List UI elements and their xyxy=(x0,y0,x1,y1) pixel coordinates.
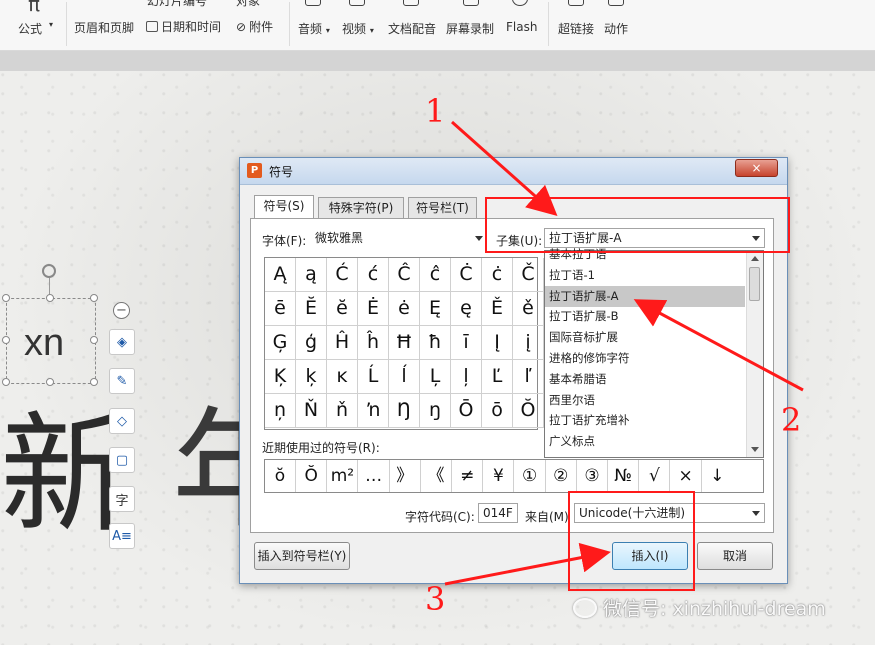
watermark-text: 微信号: xinzhihui-dream xyxy=(603,598,826,620)
watermark: 微信号: xinzhihui-dream xyxy=(573,594,826,621)
annotation-arrow-2 xyxy=(633,299,804,392)
wechat-icon xyxy=(573,597,597,618)
annotation-arrow-1 xyxy=(451,120,558,216)
annotation-arrow-3 xyxy=(444,542,611,586)
annotation-arrows xyxy=(444,120,804,586)
